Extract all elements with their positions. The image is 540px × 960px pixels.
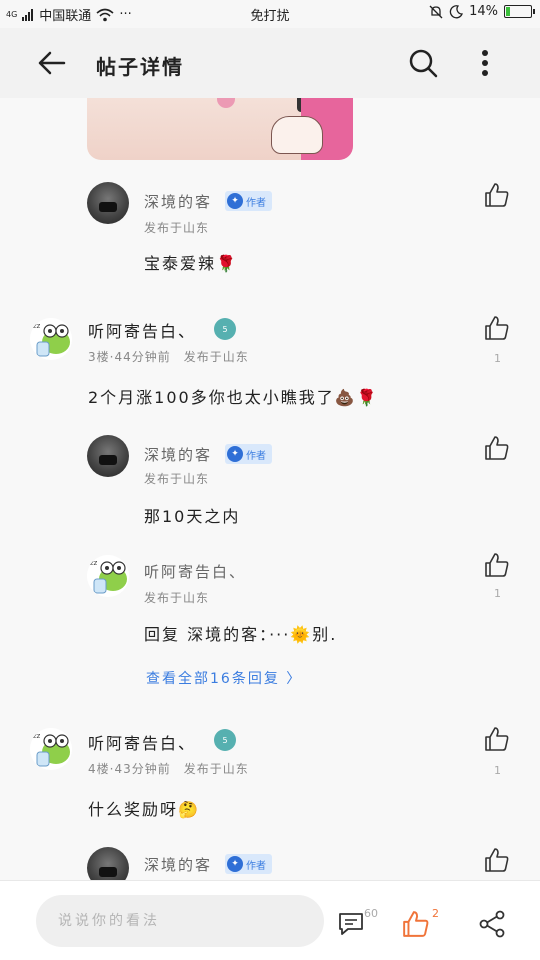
battery-icon (504, 5, 535, 18)
reply-username[interactable]: 听阿寄告白、 (144, 561, 246, 582)
comment-text: 什么奖励呀🤔 (88, 800, 200, 819)
comment-count: 60 (364, 907, 378, 920)
svg-text:zz: zz (33, 732, 41, 740)
like-count: 1 (494, 587, 501, 600)
avatar[interactable]: zz (87, 555, 129, 597)
avatar[interactable] (87, 435, 129, 477)
like-post-count: 2 (432, 907, 439, 920)
reply-text: 回复 深境的客：···🌞别. (144, 625, 338, 644)
avatar[interactable]: zz (30, 728, 72, 770)
author-badge: ✦ 作者 (225, 191, 272, 211)
comment-username[interactable]: 听阿寄告白、 (88, 730, 196, 754)
comment-item: zz 听阿寄告白、 5 3楼·44分钟前 发布于山东 2个月涨100多你也太小瞧… (0, 315, 540, 418)
comments-list[interactable]: 深境的客 ✦ 作者 发布于山东 宝泰爱辣🌹 zz 听阿寄告白、 5 3楼·44分钟… (0, 98, 540, 880)
reply-text: 那10天之内 (144, 507, 241, 526)
comment-icon[interactable] (337, 910, 365, 938)
like-post-icon[interactable] (402, 910, 430, 938)
author-badge: ✦ 作者 (225, 444, 272, 464)
reply-item: 深境的客 ✦ 作者 (0, 847, 540, 880)
reply-meta: 发布于山东 (144, 472, 210, 486)
reply-username[interactable]: 深境的客 (144, 191, 212, 212)
like-icon[interactable] (484, 435, 510, 461)
reply-item: zz 听阿寄告白、 发布于山东 回复 深境的客：···🌞别. 1 (0, 552, 540, 655)
author-badge: ✦ 作者 (225, 854, 272, 874)
page-title: 帖子详情 (96, 55, 184, 79)
like-icon[interactable] (484, 182, 510, 208)
mute-bell-icon (429, 5, 443, 18)
moon-icon (449, 4, 464, 18)
comment-item: zz 听阿寄告白、 5 4楼·43分钟前 发布于山东 什么奖励呀🤔 1 (0, 726, 540, 828)
like-count: 1 (494, 352, 501, 365)
post-image[interactable] (87, 98, 353, 160)
like-icon[interactable] (484, 847, 510, 873)
avatar[interactable] (87, 847, 129, 880)
bottom-action-bar: 说说你的看法 60 2 (0, 880, 540, 960)
like-count: 1 (494, 764, 501, 777)
battery-percent: 14% (469, 4, 498, 19)
app-header: 帖子详情 (0, 28, 540, 98)
avatar[interactable] (87, 182, 129, 224)
status-bar: 4G 中国联通 ··· 免打扰 14% (0, 0, 540, 28)
reply-username[interactable]: 深境的客 (144, 444, 212, 465)
comment-meta: 3楼·44分钟前 发布于山东 (88, 350, 249, 364)
like-icon[interactable] (484, 726, 510, 752)
share-icon[interactable] (478, 910, 506, 938)
reply-username[interactable]: 深境的客 (144, 854, 212, 875)
level-badge: 5 (214, 729, 236, 751)
svg-text:zz: zz (90, 559, 98, 567)
svg-text:zz: zz (33, 322, 41, 330)
comment-username[interactable]: 听阿寄告白、 (88, 318, 196, 342)
view-all-replies-link[interactable]: 查看全部16条回复 〉 (146, 668, 302, 688)
author-badge-label: 作者 (246, 197, 266, 209)
like-icon[interactable] (484, 315, 510, 341)
comment-text: 2个月涨100多你也太小瞧我了💩🌹 (88, 388, 379, 407)
author-badge-label: 作者 (246, 450, 266, 462)
reply-meta: 发布于山东 (144, 591, 210, 605)
back-arrow-icon[interactable] (36, 48, 68, 78)
search-icon[interactable] (408, 48, 438, 78)
like-icon[interactable] (484, 552, 510, 578)
reply-text: 宝泰爱辣🌹 (144, 254, 238, 273)
status-right: 14% (429, 4, 535, 19)
reply-item: 深境的客 ✦ 作者 发布于山东 那10天之内 (0, 435, 540, 535)
avatar[interactable]: zz (30, 318, 72, 360)
reply-meta: 发布于山东 (144, 221, 210, 235)
comment-input[interactable]: 说说你的看法 (36, 895, 324, 947)
more-options-icon[interactable] (472, 46, 498, 80)
author-badge-label: 作者 (246, 860, 266, 872)
comment-meta: 4楼·43分钟前 发布于山东 (88, 762, 249, 776)
reply-item: 深境的客 ✦ 作者 发布于山东 宝泰爱辣🌹 (0, 182, 540, 292)
post-detail-screen: 4G 中国联通 ··· 免打扰 14% 帖子详情 深境的客 ✦ 作者 发布于山东… (0, 0, 540, 960)
level-badge: 5 (214, 318, 236, 340)
